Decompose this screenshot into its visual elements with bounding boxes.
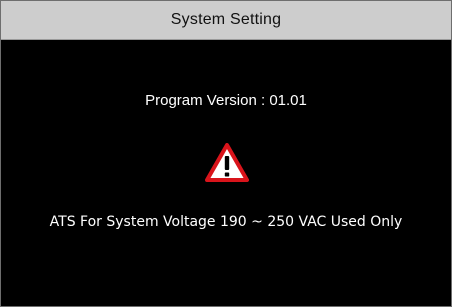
page-title: System Setting: [170, 11, 282, 28]
voltage-notice-text: ATS For System Voltage 190 ~ 250 VAC Use…: [49, 214, 403, 230]
title-bar: System Setting: [1, 1, 451, 40]
program-version-text: Program Version : 01.01: [145, 92, 307, 109]
system-setting-screen: System Setting Program Version : 01.01 A…: [0, 0, 452, 307]
content-area: Program Version : 01.01 ATS For System V…: [1, 40, 451, 306]
warning-triangle-icon: [205, 143, 249, 183]
